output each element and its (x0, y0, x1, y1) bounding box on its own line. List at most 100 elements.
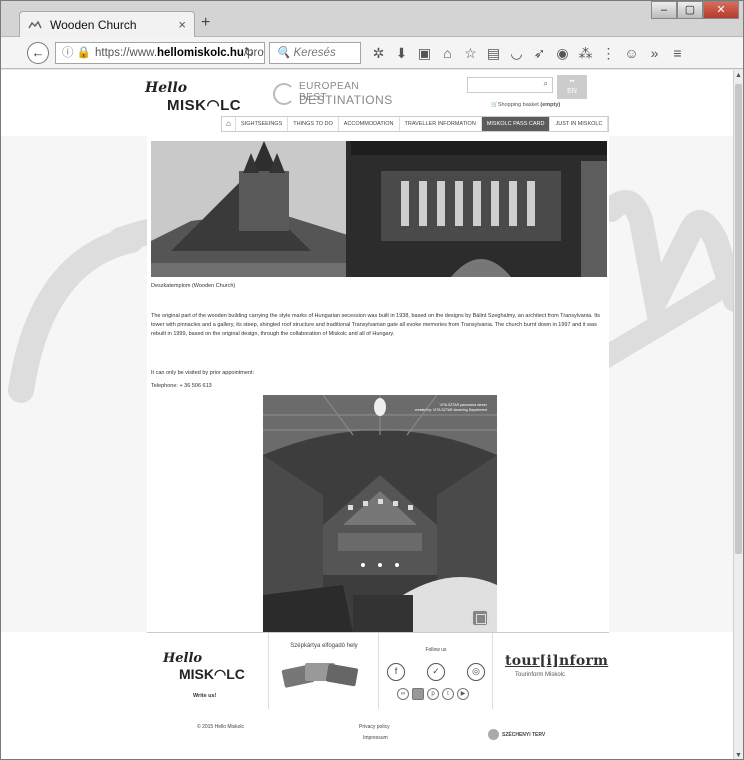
description-paragraph: The original part of the wooden building… (151, 313, 600, 337)
hello-miskolc-logo[interactable]: Hello MISK◠LC (145, 78, 245, 118)
puzzle-icon[interactable]: ✲ (367, 44, 390, 62)
globe-icon[interactable]: ◉ (551, 44, 574, 62)
home-icon[interactable]: ⌂ (436, 44, 459, 62)
panorama-image (263, 395, 497, 633)
minimize-button[interactable]: – (651, 1, 677, 19)
church-hero-image (151, 141, 607, 277)
maximize-button[interactable]: ▢ (677, 1, 703, 19)
addon-icon[interactable]: ⁂ (574, 44, 597, 62)
pinterest-icon[interactable]: p (427, 688, 439, 700)
visit-note: It can only be visited by prior appointm… (151, 370, 255, 376)
search-placeholder: Keresés (293, 47, 336, 59)
footer-logo-miskolc: MISK◠LC (179, 666, 245, 682)
european-best-destinations-logo[interactable]: EUROPEAN BEST DESTINATIONS (273, 81, 392, 113)
favicon-icon (28, 20, 42, 28)
site-info-icon[interactable]: ⓘ 🔒 (62, 47, 91, 59)
nav-traveller-information[interactable]: TRAVELLER INFORMATION (400, 117, 482, 131)
search-input[interactable]: 🔍 Keresés (269, 42, 361, 64)
tourinform-logo[interactable]: tour[i]nform (505, 653, 608, 669)
main-content: Deszkatemplom (Wooden Church) The origin… (147, 136, 609, 633)
navigation-bar: ← ⓘ 🔒 https://www.hellomiskolc.hu/pro ↻ 🔍… (1, 37, 743, 69)
send-icon[interactable]: ➶ (528, 44, 551, 62)
write-us-link[interactable]: Write us! (193, 693, 216, 699)
flickr-icon[interactable]: ∞ (397, 688, 409, 700)
blog-icon[interactable] (412, 688, 424, 700)
site-search-input[interactable]: ⌕ (467, 77, 553, 93)
bookmark-star-icon[interactable]: ☆ (459, 44, 482, 62)
footer-logo-hello: Hello (163, 651, 203, 666)
scroll-down-icon[interactable]: ▼ (735, 752, 742, 759)
telephone: Telephone: + 36 506 613 (151, 383, 212, 389)
ebd-line2: DESTINATIONS (299, 93, 393, 107)
copyright: © 2015 Hello Miskolc (197, 724, 245, 730)
privacy-policy-link[interactable]: Privacy policy (359, 724, 390, 730)
tab-close-icon[interactable]: × (178, 17, 186, 32)
youtube-icon[interactable]: ▣ (413, 44, 436, 62)
scroll-up-icon[interactable]: ▲ (735, 72, 742, 79)
tripadvisor-icon[interactable]: ✓ (427, 663, 445, 681)
nav-accommodation[interactable]: ACCOMMODATION (339, 117, 400, 131)
credit-line1: VITA SZTAR panorama viewer (439, 403, 487, 407)
tab-bar: Wooden Church × + – ▢ ✕ (1, 1, 743, 37)
window-controls: – ▢ ✕ (651, 1, 739, 19)
tab-title: Wooden Church (50, 17, 137, 32)
close-window-button[interactable]: ✕ (703, 1, 739, 19)
twitter-icon[interactable]: t (442, 688, 454, 700)
szechenyi-logo: SZÉCHENYI TERV (488, 729, 545, 740)
pocket-icon[interactable]: ◡ (505, 44, 528, 62)
footer-logo-cell: Hello MISK◠LC Write us! (147, 633, 269, 709)
shopping-basket[interactable]: 🛒Shopping basket (empty) (491, 102, 560, 108)
nav-home-icon[interactable]: ⌂ (222, 117, 236, 131)
search-icon[interactable]: ⌕ (544, 79, 548, 89)
footer-szep-cell: Szépkártya elfogadó hely (269, 633, 379, 709)
url-bar[interactable]: ⓘ 🔒 https://www.hellomiskolc.hu/pro (55, 42, 265, 64)
basket-label: Shopping basket (497, 102, 539, 108)
main-navigation: ⌂ SIGHTSEEINGS THINGS TO DO ACCOMMODATIO… (221, 116, 610, 132)
page-viewport: Hello MISK◠LC EUROPEAN BEST DESTINATIONS… (1, 70, 735, 759)
follow-us-label: Follow us (425, 647, 447, 653)
nav-things-to-do[interactable]: THINGS TO DO (288, 117, 339, 131)
new-tab-button[interactable]: + (201, 14, 210, 32)
tab-wooden-church[interactable]: Wooden Church × (19, 11, 195, 37)
url-domain: hellomiskolc.hu (157, 47, 244, 59)
url-prefix: https://www. (95, 47, 158, 59)
impressum-link[interactable]: Impressum (363, 735, 388, 741)
language-selector[interactable]: ▪▪ EN (557, 75, 587, 99)
logo-miskolc: MISK◠LC (167, 97, 242, 114)
toolbar: ✲ ⬇ ▣ ⌂ ☆ ▤ ◡ ➶ ◉ ⁂ ⋮ ☺ » ≡ (367, 44, 689, 62)
footer-tourinform-cell: tour[i]nform Tourinform Miskolc (493, 633, 609, 709)
fullscreen-icon[interactable] (471, 609, 489, 627)
credit-line2: created by: VITA SZTAR steaming Departme… (414, 408, 487, 412)
vertical-scrollbar[interactable]: ▲ ▼ (733, 70, 743, 759)
instagram-icon[interactable]: ◎ (467, 663, 485, 681)
panorama-viewer[interactable]: VITA SZTAR panorama viewer created by: VI… (263, 395, 497, 633)
menu-icon[interactable]: ≡ (666, 44, 689, 62)
facebook-icon[interactable]: f (387, 663, 405, 681)
footer-social-cell: Follow us f ✓ ◎ ∞ p t ▶ (379, 633, 493, 709)
ebd-ring-icon (273, 83, 295, 105)
nav-sightseeings[interactable]: SIGHTSEEINGS (236, 117, 289, 131)
more-icon[interactable]: ⋮ (597, 44, 620, 62)
szep-card-label: Szépkártya elfogadó hely (290, 643, 358, 649)
image-caption: Deszkatemplom (Wooden Church) (151, 283, 236, 289)
tourinform-subtitle: Tourinform Miskolc (515, 672, 566, 678)
nav-just-in-miskolc[interactable]: JUST IN MISKOLC (550, 117, 609, 131)
basket-status: (empty) (540, 102, 561, 108)
reload-icon[interactable]: ↻ (244, 45, 254, 59)
site-footer: Hello MISK◠LC Write us! Szépkártya elfog… (1, 632, 735, 759)
logo-hello: Hello (145, 80, 188, 96)
download-icon[interactable]: ⬇ (390, 44, 413, 62)
chat-icon[interactable]: ☺ (620, 44, 643, 62)
reading-list-icon[interactable]: ▤ (482, 44, 505, 62)
footer-cells: Hello MISK◠LC Write us! Szépkártya elfog… (147, 632, 609, 709)
back-button[interactable]: ← (27, 42, 49, 64)
youtube-social-icon[interactable]: ▶ (457, 688, 469, 700)
szep-cards-image (281, 661, 363, 688)
site-header: Hello MISK◠LC EUROPEAN BEST DESTINATIONS… (1, 70, 735, 136)
panorama-credits: VITA SZTAR panorama viewer created by: VI… (415, 403, 487, 413)
overflow-icon[interactable]: » (643, 44, 666, 62)
language-label: EN (567, 88, 577, 95)
nav-miskolc-pass-card[interactable]: MISKOLC PASS CARD (481, 117, 551, 131)
browser-window: Wooden Church × + – ▢ ✕ ← ⓘ 🔒 https://www… (0, 0, 744, 760)
scroll-thumb[interactable] (735, 84, 742, 554)
